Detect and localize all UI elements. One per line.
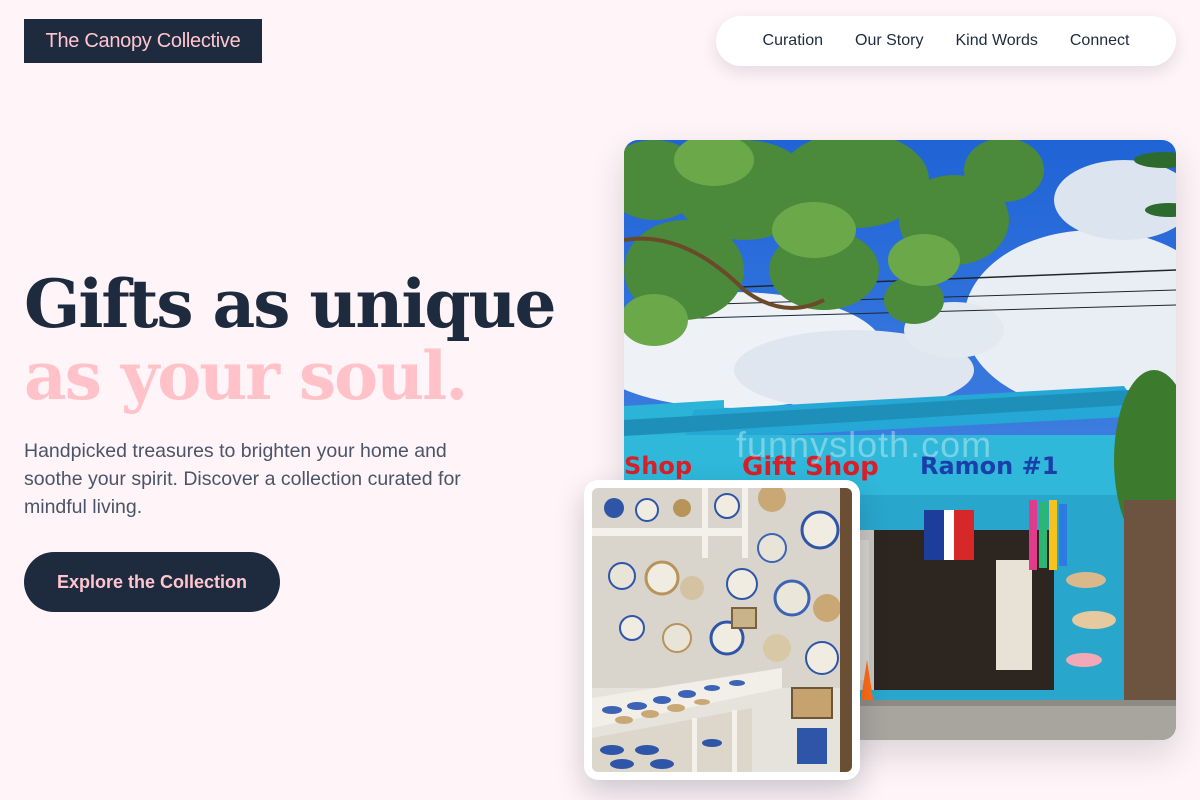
explore-collection-button[interactable]: Explore the Collection: [24, 552, 280, 612]
hero-headline-line1: Gifts as unique: [24, 265, 557, 343]
photo-watermark: funnysloth.com: [736, 424, 993, 465]
brand-logo[interactable]: The Canopy Collective: [24, 19, 262, 63]
main-nav: Curation Our Story Kind Words Connect: [716, 16, 1176, 66]
nav-link-connect[interactable]: Connect: [1070, 32, 1130, 50]
pottery-photo: [592, 488, 852, 772]
pottery-photo-card: [584, 480, 860, 780]
nav-link-our-story[interactable]: Our Story: [855, 32, 923, 50]
hero-headline-line2: as your soul.: [24, 337, 468, 415]
hero-subtext: Handpicked treasures to brighten your ho…: [24, 440, 461, 518]
landing-page: The Canopy Collective Curation Our Story…: [0, 0, 1200, 800]
hero-headline: Gifts as unique as your soul.: [24, 265, 557, 415]
storefront-sign-shop: Shop: [624, 452, 693, 480]
brand-name: The Canopy Collective: [45, 29, 241, 52]
pottery-illustration: [592, 488, 852, 772]
nav-link-curation[interactable]: Curation: [763, 32, 823, 50]
nav-link-kind-words[interactable]: Kind Words: [955, 32, 1037, 50]
explore-collection-label: Explore the Collection: [56, 571, 248, 592]
